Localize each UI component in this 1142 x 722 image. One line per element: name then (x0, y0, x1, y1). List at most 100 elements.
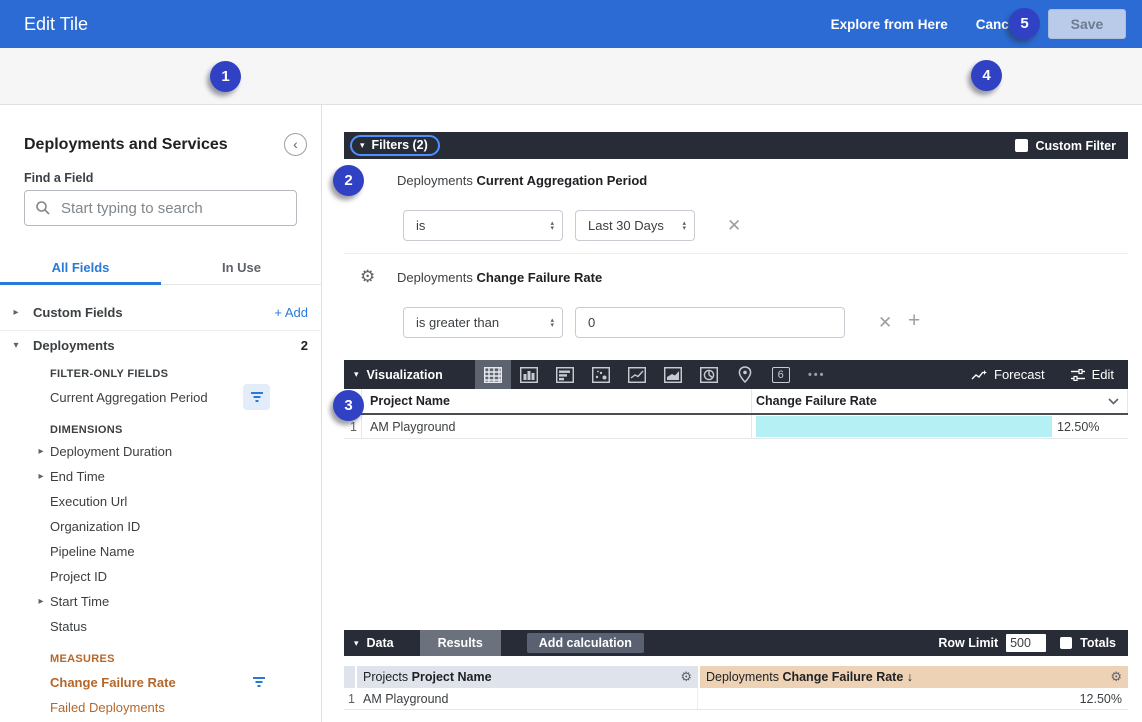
filter-entity: Deployments (397, 173, 473, 188)
results-tab[interactable]: Results (420, 630, 501, 656)
explore-from-here-link[interactable]: Explore from Here (831, 17, 948, 32)
tab-all-fields[interactable]: All Fields (0, 251, 161, 284)
column-entity: Deployments (706, 670, 779, 684)
field-start-time[interactable]: ▸ Start Time (0, 589, 322, 614)
field-label: Change Failure Rate (50, 675, 176, 690)
expand-field-icon[interactable]: ▸ (34, 596, 48, 607)
window-title: Edit Tile (24, 14, 88, 35)
forecast-label: Forecast (994, 367, 1045, 382)
deployments-group-label: Deployments (33, 338, 115, 353)
viz-table-header: Project Name Change Failure Rate (344, 389, 1128, 415)
field-label: End Time (50, 469, 105, 484)
deployments-field-count: 2 (301, 338, 308, 353)
totals-label: Totals (1080, 636, 1116, 650)
column-label: Change Failure Rate (756, 394, 877, 408)
edit-settings-icon (1071, 369, 1085, 381)
filter-2-value-input[interactable] (575, 307, 845, 338)
field-organization-id[interactable]: Organization ID (0, 514, 322, 539)
field-end-time[interactable]: ▸ End Time (0, 464, 322, 489)
viz-type-line-icon[interactable] (619, 360, 655, 389)
column-menu-chevron-icon[interactable] (1108, 394, 1119, 408)
edit-viz-button[interactable]: Edit (1071, 367, 1114, 382)
active-filter-chip[interactable] (245, 669, 272, 695)
cell-visualization-bar (756, 416, 1052, 437)
forecast-icon (971, 369, 987, 381)
field-change-failure-rate[interactable]: Change Failure Rate (0, 668, 322, 696)
field-label: Deployment Duration (50, 444, 172, 459)
filter-field: Change Failure Rate (477, 270, 603, 285)
column-field: Project Name (412, 670, 492, 684)
change-failure-rate-cell: 12.50% (700, 692, 1128, 706)
viz-type-table-icon[interactable] (475, 360, 511, 389)
filters-toggle[interactable]: ▾ Filters (2) (350, 135, 440, 156)
field-status[interactable]: Status (0, 614, 322, 639)
field-project-id[interactable]: Project ID (0, 564, 322, 589)
visualization-table: Project Name Change Failure Rate 1 AM Pl… (344, 389, 1128, 439)
sort-descending-icon: ↓ (907, 670, 913, 684)
change-failure-rate-cell: 12.50% (752, 415, 1128, 438)
field-search-input[interactable] (61, 200, 271, 217)
field-execution-url[interactable]: Execution Url (0, 489, 322, 514)
data-col-project-name[interactable]: Projects Project Name ⚙ (357, 666, 698, 688)
add-calculation-button[interactable]: Add calculation (527, 633, 644, 653)
viz-table-row: 1 AM Playground 12.50% (344, 415, 1128, 439)
data-toggle[interactable]: ▾ Data (354, 636, 394, 650)
filter-icon (250, 391, 264, 403)
field-failed-deployments[interactable]: Failed Deployments (0, 695, 322, 720)
viz-type-map-icon[interactable] (727, 360, 763, 389)
viz-type-area-icon[interactable] (655, 360, 691, 389)
viz-type-scatter-icon[interactable] (583, 360, 619, 389)
collapse-deployments-icon[interactable]: ▾ (9, 340, 23, 351)
filters-section-bar: ▾ Filters (2) Custom Filter (344, 132, 1128, 159)
field-search-box[interactable] (24, 190, 297, 226)
field-pipeline-name[interactable]: Pipeline Name (0, 539, 322, 564)
expand-custom-fields-icon[interactable]: ▸ (9, 307, 23, 318)
save-button[interactable]: Save (1048, 9, 1126, 39)
viz-type-single-value-icon[interactable]: 6 (763, 360, 799, 389)
tab-in-use[interactable]: In Use (161, 251, 322, 284)
viz-col-project-name[interactable]: Project Name (362, 389, 752, 413)
filter-1-value-select[interactable]: Last 30 Days ▴▾ (575, 210, 695, 241)
data-bar-label: Data (367, 636, 394, 650)
custom-fields-row[interactable]: ▸ Custom Fields + Add (0, 300, 322, 325)
row-number-column-header (344, 666, 355, 688)
select-arrows-icon: ▴▾ (540, 221, 554, 231)
add-custom-field-button[interactable]: + Add (274, 305, 308, 320)
forecast-button[interactable]: Forecast (971, 367, 1045, 382)
viz-type-bar-icon[interactable] (547, 360, 583, 389)
viz-type-column-icon[interactable] (511, 360, 547, 389)
data-col-change-failure-rate[interactable]: Deployments Change Failure Rate ↓ ⚙ (700, 666, 1128, 688)
row-number: 1 (344, 692, 355, 706)
column-gear-icon[interactable]: ⚙ (680, 669, 692, 685)
field-deployment-duration[interactable]: ▸ Deployment Duration (0, 439, 322, 464)
filter-2-operator-select[interactable]: is greater than ▴▾ (403, 307, 563, 338)
viz-col-change-failure-rate[interactable]: Change Failure Rate (752, 389, 1128, 413)
column-gear-icon[interactable]: ⚙ (1110, 669, 1122, 685)
add-filter-icon[interactable]: + (908, 309, 920, 333)
field-label: Start Time (50, 594, 109, 609)
custom-filter-toggle[interactable]: Custom Filter (1015, 139, 1116, 153)
collapse-sidebar-icon[interactable]: ‹ (284, 133, 307, 156)
viz-type-pie-icon[interactable] (691, 360, 727, 389)
field-label: Status (50, 619, 87, 634)
custom-filter-checkbox[interactable] (1015, 139, 1028, 152)
operator-value: is (416, 218, 425, 233)
remove-filter-2-icon[interactable]: ✕ (878, 313, 892, 333)
results-data-table: Projects Project Name ⚙ Deployments Chan… (344, 666, 1128, 710)
filter-1-operator-select[interactable]: is ▴▾ (403, 210, 563, 241)
filter-icon (252, 676, 266, 688)
filter-field: Current Aggregation Period (477, 173, 648, 188)
remove-filter-1-icon[interactable]: ✕ (727, 216, 741, 236)
deployments-group-row[interactable]: ▾ Deployments 2 (0, 333, 322, 358)
totals-checkbox[interactable] (1060, 637, 1072, 649)
field-current-aggregation-period[interactable]: Current Aggregation Period (0, 383, 322, 411)
active-filter-chip[interactable] (243, 384, 270, 410)
expand-field-icon[interactable]: ▸ (34, 471, 48, 482)
expand-field-icon[interactable]: ▸ (34, 446, 48, 457)
visualization-toggle[interactable]: ▾ Visualization (354, 368, 443, 382)
filter-2-gear-icon[interactable]: ⚙ (360, 267, 375, 287)
collapse-data-icon: ▾ (354, 638, 359, 649)
search-icon (35, 200, 51, 216)
viz-type-more-icon[interactable]: ••• (799, 360, 835, 389)
row-limit-input[interactable] (1006, 634, 1046, 652)
